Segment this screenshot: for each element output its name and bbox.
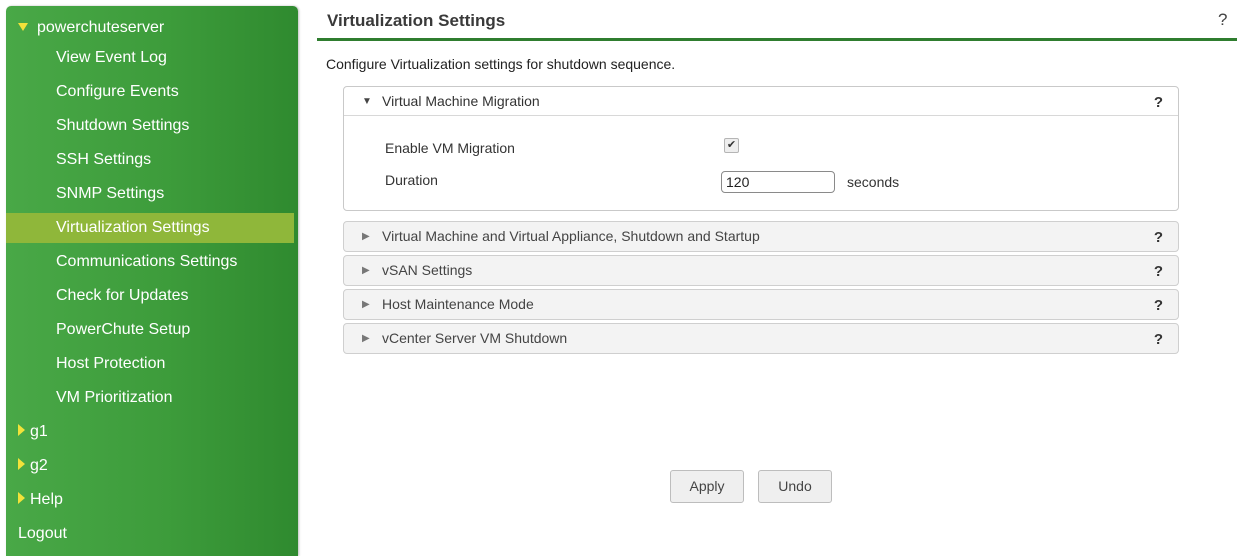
sidebar: powerchuteserver View Event Log Configur… bbox=[6, 6, 298, 556]
panel-vsan-settings: ▶ vSAN Settings ? bbox=[343, 255, 1179, 286]
help-icon[interactable]: ? bbox=[1154, 257, 1163, 286]
collapsed-triangle-icon bbox=[18, 458, 25, 470]
panel-title: Virtual Machine Migration bbox=[382, 93, 540, 109]
server-label: powerchuteserver bbox=[37, 19, 165, 36]
apply-button[interactable]: Apply bbox=[670, 470, 744, 503]
sidebar-group-g1[interactable]: g1 bbox=[6, 417, 294, 447]
page-title: Virtualization Settings bbox=[327, 11, 506, 30]
panel-title: Virtual Machine and Virtual Appliance, S… bbox=[382, 228, 760, 244]
panel-header-host-maintenance-mode[interactable]: ▶ Host Maintenance Mode ? bbox=[344, 290, 1178, 319]
page-help-icon[interactable]: ? bbox=[1218, 10, 1227, 30]
duration-label: Duration bbox=[385, 172, 438, 188]
panel-vcenter-vm-shutdown: ▶ vCenter Server VM Shutdown ? bbox=[343, 323, 1179, 354]
duration-unit: seconds bbox=[847, 174, 900, 190]
help-icon[interactable]: ? bbox=[1154, 291, 1163, 320]
sidebar-item-powerchute-setup[interactable]: PowerChute Setup bbox=[6, 315, 294, 345]
page-description: Configure Virtualization settings for sh… bbox=[326, 56, 676, 72]
sidebar-item-configure-events[interactable]: Configure Events bbox=[6, 77, 294, 107]
sidebar-item-communications-settings[interactable]: Communications Settings bbox=[6, 247, 294, 277]
panel-host-maintenance-mode: ▶ Host Maintenance Mode ? bbox=[343, 289, 1179, 320]
collapsed-triangle-icon bbox=[18, 424, 25, 436]
panel-vm-shutdown-startup: ▶ Virtual Machine and Virtual Appliance,… bbox=[343, 221, 1179, 252]
enable-vm-migration-label: Enable VM Migration bbox=[385, 140, 515, 156]
panel-title: Host Maintenance Mode bbox=[382, 296, 534, 312]
collapsed-triangle-icon bbox=[18, 492, 25, 504]
collapsed-arrow-icon: ▶ bbox=[362, 333, 370, 344]
expanded-triangle-icon bbox=[18, 23, 28, 31]
sidebar-group-g2[interactable]: g2 bbox=[6, 451, 294, 481]
panel-title: vCenter Server VM Shutdown bbox=[382, 330, 568, 346]
panel-body-vm-migration: Enable VM Migration ✔ Duration seconds bbox=[344, 116, 1178, 210]
sidebar-group-help[interactable]: Help bbox=[6, 485, 294, 515]
sidebar-item-vm-prioritization[interactable]: VM Prioritization bbox=[6, 383, 294, 413]
undo-button[interactable]: Undo bbox=[758, 470, 832, 503]
help-icon[interactable]: ? bbox=[1154, 223, 1163, 252]
sidebar-item-shutdown-settings[interactable]: Shutdown Settings bbox=[6, 111, 294, 141]
enable-vm-migration-checkbox[interactable]: ✔ bbox=[724, 138, 739, 153]
duration-input[interactable] bbox=[721, 171, 835, 193]
sidebar-item-view-event-log[interactable]: View Event Log bbox=[6, 43, 294, 73]
panel-header-vsan-settings[interactable]: ▶ vSAN Settings ? bbox=[344, 256, 1178, 285]
sidebar-item-virtualization-settings[interactable]: Virtualization Settings bbox=[6, 213, 294, 243]
panel-vm-migration: ▼ Virtual Machine Migration ? Enable VM … bbox=[343, 86, 1179, 211]
sidebar-logout[interactable]: Logout bbox=[6, 519, 294, 549]
sidebar-item-check-for-updates[interactable]: Check for Updates bbox=[6, 281, 294, 311]
title-divider bbox=[317, 38, 1237, 41]
panel-header-vm-shutdown-startup[interactable]: ▶ Virtual Machine and Virtual Appliance,… bbox=[344, 222, 1178, 251]
help-icon[interactable]: ? bbox=[1154, 325, 1163, 354]
panel-header-vm-migration[interactable]: ▼ Virtual Machine Migration ? bbox=[344, 87, 1178, 116]
help-icon[interactable]: ? bbox=[1154, 88, 1163, 117]
sidebar-item-snmp-settings[interactable]: SNMP Settings bbox=[6, 179, 294, 209]
panel-header-vcenter-vm-shutdown[interactable]: ▶ vCenter Server VM Shutdown ? bbox=[344, 324, 1178, 353]
expanded-arrow-icon: ▼ bbox=[362, 96, 372, 107]
collapsed-arrow-icon: ▶ bbox=[362, 231, 370, 242]
group-label: g2 bbox=[30, 457, 48, 474]
sidebar-item-ssh-settings[interactable]: SSH Settings bbox=[6, 145, 294, 175]
collapsed-arrow-icon: ▶ bbox=[362, 265, 370, 276]
sidebar-item-host-protection[interactable]: Host Protection bbox=[6, 349, 294, 379]
collapsed-arrow-icon: ▶ bbox=[362, 299, 370, 310]
panel-title: vSAN Settings bbox=[382, 262, 473, 278]
group-label: Help bbox=[30, 491, 63, 508]
group-label: g1 bbox=[30, 423, 48, 440]
sidebar-server-node[interactable]: powerchuteserver bbox=[6, 13, 294, 43]
